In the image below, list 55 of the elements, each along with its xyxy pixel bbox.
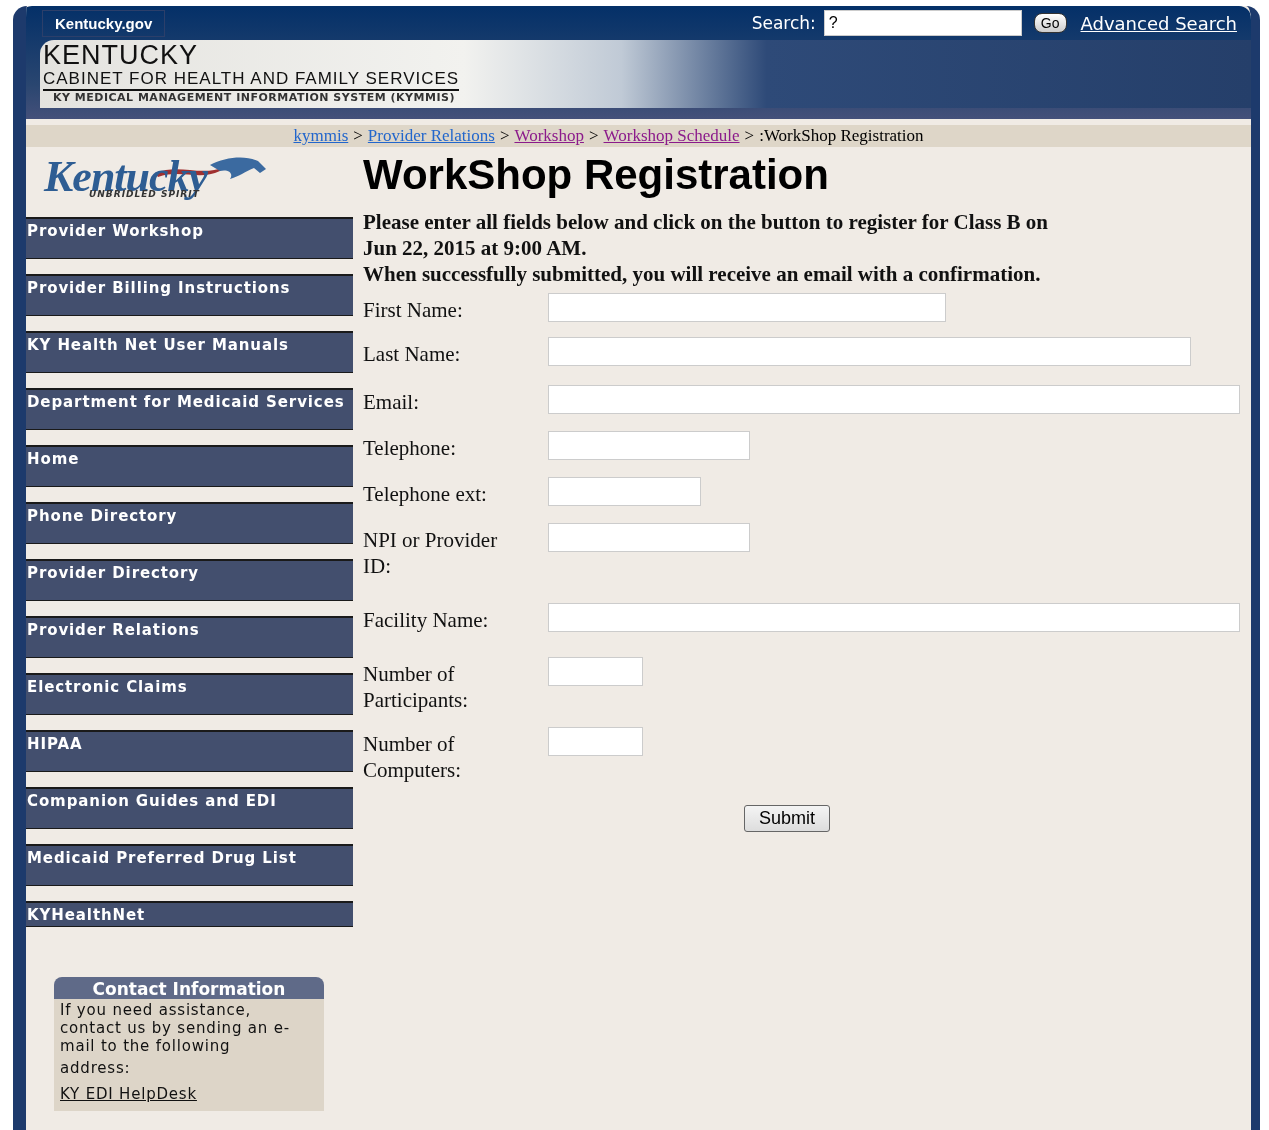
input-field[interactable] — [548, 477, 701, 506]
sidebar-nav-item[interactable]: Phone Directory — [26, 502, 353, 544]
input-field[interactable] — [548, 657, 643, 686]
field-label: Telephone ext: — [363, 481, 488, 507]
input-field[interactable] — [548, 293, 946, 322]
breadcrumb-separator: > — [499, 126, 510, 146]
sidebar-nav-item[interactable]: Home — [26, 445, 353, 487]
field-label: Last Name: — [363, 341, 462, 367]
sidebar-nav-item[interactable]: Department for Medicaid Services — [26, 388, 353, 430]
go-button[interactable]: Go — [1033, 13, 1067, 33]
advanced-search-link[interactable]: Advanced Search — [1080, 12, 1237, 34]
field-label: Facility Name: — [363, 607, 490, 633]
sidebar-nav-item[interactable]: Medicaid Preferred Drug List — [26, 844, 353, 886]
portal-link[interactable]: Kentucky.gov — [42, 9, 166, 37]
site-title: KENTUCKY — [43, 41, 200, 69]
field-label: Telephone: — [363, 435, 457, 461]
contact-title: Contact Information — [54, 977, 324, 999]
sidebar-nav-item[interactable]: Provider Directory — [26, 559, 353, 601]
input-field[interactable] — [548, 727, 643, 756]
sidebar-nav-item[interactable]: Provider Billing Instructions — [26, 274, 353, 316]
system-name: KY MEDICAL MANAGEMENT INFORMATION SYSTEM (KYMMIS) — [52, 91, 456, 104]
breadcrumb-separator: > — [744, 126, 755, 146]
instruction-text: Please enter all fields below and click on the button to register for Class B on Jun 22, 2015 at 9:00 AM. — [363, 209, 1049, 261]
breadcrumb-link[interactable]: Workshop — [514, 126, 584, 146]
field-label: Number of Participants: — [363, 661, 469, 713]
input-field[interactable] — [548, 523, 750, 552]
field-label: First Name: — [363, 297, 464, 323]
sidebar-nav-item[interactable]: Companion Guides and EDI — [26, 787, 353, 829]
contact-text: address: — [60, 1059, 132, 1077]
input-field[interactable] — [548, 431, 750, 460]
helpdesk-link[interactable]: KY EDI HelpDesk — [60, 1085, 197, 1103]
sidebar-nav-item[interactable]: KY Health Net User Manuals — [26, 331, 353, 373]
sidebar-nav-item[interactable]: Provider Relations — [26, 616, 353, 658]
search-label: Search: — [751, 13, 816, 33]
field-label: Number of Computers: — [363, 731, 462, 783]
breadcrumb-separator: > — [588, 126, 599, 146]
sidebar-nav-item[interactable]: Electronic Claims — [26, 673, 353, 715]
sidebar-nav-item[interactable]: KYHealthNet — [26, 901, 353, 927]
breadcrumb-link[interactable]: Provider Relations — [367, 126, 495, 146]
submit-button[interactable]: Submit — [744, 805, 830, 832]
input-field[interactable] — [548, 385, 1240, 414]
breadcrumb-link[interactable]: Workshop Schedule — [603, 126, 740, 146]
site-subtitle: CABINET FOR HEALTH AND FAMILY SERVICES — [43, 69, 460, 91]
page-title: WorkShop Registration — [363, 151, 830, 199]
field-label: NPI or Provider ID: — [363, 527, 499, 579]
breadcrumb-separator: > — [353, 126, 363, 146]
breadcrumb-link[interactable]: kymmis — [293, 126, 349, 146]
breadcrumb-current: :WorkShop Registration — [759, 126, 924, 146]
field-label: Email: — [363, 389, 420, 415]
search-field[interactable]: ? — [823, 10, 1022, 36]
sidebar-nav-item[interactable]: Provider Workshop — [26, 217, 353, 259]
input-field[interactable] — [548, 603, 1240, 632]
sidebar-nav-item[interactable]: HIPAA — [26, 730, 353, 772]
instruction-text: When successfully submitted, you will receive an email with a confirmation. — [363, 261, 1042, 287]
input-field[interactable] — [548, 337, 1191, 366]
